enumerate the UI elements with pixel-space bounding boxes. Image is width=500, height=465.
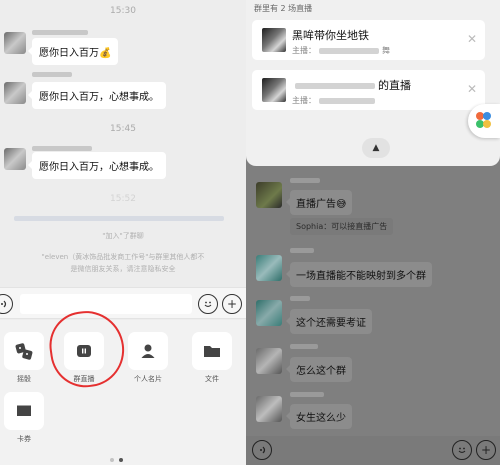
message-bubble[interactable]: 直播广告😅 bbox=[285, 190, 353, 215]
tool-label: 个人名片 bbox=[134, 375, 162, 383]
message-bubble[interactable]: 一场直播能不能映射到多个群 bbox=[286, 262, 432, 287]
tool-label: 摇骰 bbox=[17, 375, 31, 383]
close-icon[interactable]: ✕ bbox=[467, 32, 477, 46]
sender-name bbox=[290, 248, 314, 253]
message-bubble[interactable]: 女生这么少 bbox=[286, 404, 352, 429]
tool-label: 卡券 bbox=[17, 435, 31, 443]
tool-contact-card[interactable]: 个人名片 bbox=[128, 332, 168, 384]
close-icon[interactable]: ✕ bbox=[467, 82, 477, 96]
system-notice-join: "加入"了群聊 bbox=[102, 232, 144, 240]
system-notice-blur bbox=[14, 216, 224, 221]
avatar[interactable] bbox=[4, 148, 26, 170]
live-card[interactable]: 的直播 主播： ✕ bbox=[252, 70, 485, 110]
folder-icon bbox=[204, 346, 220, 357]
avatar[interactable] bbox=[256, 300, 282, 326]
voice-icon[interactable] bbox=[252, 440, 272, 460]
floating-app-icon[interactable] bbox=[468, 104, 500, 138]
input-bar: + bbox=[0, 287, 246, 319]
avatar[interactable] bbox=[4, 82, 26, 104]
sheet-title: 群里有 2 场直播 bbox=[254, 4, 313, 13]
more-functions-panel: 摇骰 群直播 个人名片 文件 卡券 bbox=[0, 320, 246, 465]
sender-name bbox=[290, 296, 310, 301]
plus-icon[interactable]: + bbox=[222, 294, 242, 314]
message-bubble[interactable]: 愿你日入百万，心想事成。 bbox=[28, 82, 166, 109]
coupon-icon bbox=[17, 405, 31, 416]
live-title: 的直播 bbox=[292, 77, 411, 93]
sender-name bbox=[290, 344, 318, 349]
tool-label: 文件 bbox=[205, 375, 219, 383]
system-notice-line1: "eleven（黄冰饰品批发商工作号"与群里其他人都不 bbox=[41, 253, 205, 261]
input-bar: + bbox=[246, 436, 500, 465]
avatar[interactable] bbox=[256, 255, 282, 281]
tool-group-live[interactable]: 群直播 bbox=[64, 332, 104, 384]
live-title: 黑哞带你坐地铁 bbox=[292, 29, 369, 42]
live-thumbnail bbox=[262, 28, 286, 52]
live-host: 主播：舞 bbox=[292, 46, 390, 55]
plus-icon[interactable]: + bbox=[476, 440, 496, 460]
chevron-up-icon[interactable]: ▲ bbox=[362, 138, 390, 158]
message-bubble[interactable]: 这个还需要考证 bbox=[286, 309, 372, 334]
tool-file[interactable]: 文件 bbox=[192, 332, 232, 384]
quoted-message[interactable]: Sophia：可以接直播广告 bbox=[290, 218, 394, 235]
emoji-icon[interactable] bbox=[198, 294, 218, 314]
voice-icon[interactable] bbox=[0, 294, 13, 314]
sender-name bbox=[32, 146, 92, 151]
timestamp: 15:30 bbox=[110, 6, 136, 16]
sender-name bbox=[32, 30, 88, 35]
timestamp: 15:52 bbox=[110, 194, 136, 204]
contact-card-icon bbox=[141, 344, 155, 358]
live-icon bbox=[77, 345, 91, 357]
live-list-sheet: 群里有 2 场直播 黑哞带你坐地铁 主播：舞 ✕ 的直播 主播： ✕ ▲ bbox=[246, 0, 500, 166]
tool-coupon[interactable]: 卡券 bbox=[4, 392, 44, 444]
sender-name bbox=[32, 72, 72, 77]
sender-name bbox=[290, 392, 324, 397]
dice-icon bbox=[15, 343, 33, 360]
live-host: 主播： bbox=[292, 95, 378, 106]
live-thumbnail bbox=[262, 78, 286, 102]
group-chat-right: 群里有 2 场直播 黑哞带你坐地铁 主播：舞 ✕ 的直播 主播： ✕ ▲ 直播广… bbox=[246, 0, 500, 465]
message-bubble[interactable]: 愿你日入百万💰 bbox=[27, 38, 119, 65]
avatar[interactable] bbox=[256, 348, 282, 374]
live-card[interactable]: 黑哞带你坐地铁 主播：舞 ✕ bbox=[252, 20, 485, 60]
sender-name bbox=[290, 178, 320, 183]
avatar[interactable] bbox=[256, 396, 282, 422]
emoji-icon[interactable] bbox=[452, 440, 472, 460]
avatar[interactable] bbox=[4, 32, 26, 54]
message-bubble[interactable]: 愿你日入百万，心想事成。 bbox=[28, 152, 166, 179]
avatar[interactable] bbox=[256, 182, 282, 208]
message-input[interactable] bbox=[20, 294, 192, 314]
tool-dice[interactable]: 摇骰 bbox=[4, 332, 44, 384]
page-indicator bbox=[110, 458, 123, 462]
message-bubble[interactable]: 怎么这个群 bbox=[286, 357, 352, 382]
group-chat-left: 15:30 愿你日入百万💰 愿你日入百万，心想事成。 15:45 愿你日入百万，… bbox=[0, 0, 246, 465]
system-notice-line2: 是微信朋友关系，请注意隐私安全 bbox=[70, 265, 176, 273]
tool-label: 群直播 bbox=[73, 375, 95, 383]
timestamp: 15:45 bbox=[110, 124, 136, 134]
